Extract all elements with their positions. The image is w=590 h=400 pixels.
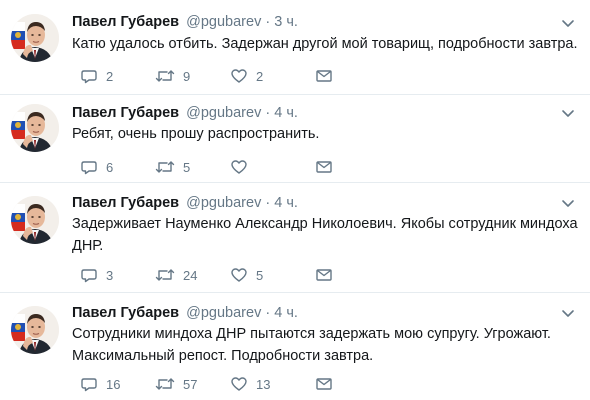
tweet-header: Павел Губарев @pgubarev · 4 ч. <box>72 103 298 123</box>
reply-button[interactable]: 2 <box>80 67 113 85</box>
tweet-actions: 6 5 <box>80 158 340 176</box>
tweet[interactable]: Павел Губарев @pgubarev · 4 ч. Задержива… <box>0 183 590 293</box>
reply-count: 2 <box>106 68 114 84</box>
retweet-icon <box>155 375 175 393</box>
reply-button[interactable]: 16 <box>80 375 120 393</box>
author-handle[interactable]: @pgubarev <box>186 195 261 211</box>
author-handle[interactable]: @pgubarev <box>186 105 261 121</box>
author-name[interactable]: Павел Губарев <box>72 105 179 121</box>
like-count: 13 <box>256 376 271 392</box>
reply-icon <box>80 266 98 284</box>
tweet-text: Катю удалось отбить. Задержан другой мой… <box>72 33 578 55</box>
reply-button[interactable]: 3 <box>80 266 113 284</box>
like-button[interactable]: 2 <box>230 67 263 85</box>
tweet[interactable]: Павел Губарев @pgubarev · 3 ч. Катю удал… <box>0 0 590 95</box>
author-handle[interactable]: @pgubarev <box>186 14 261 30</box>
envelope-icon <box>315 266 333 284</box>
separator-dot: · <box>265 195 271 211</box>
tweet-text: Сотрудники миндоха ДНР пытаются задержат… <box>72 323 572 367</box>
avatar[interactable] <box>11 104 59 152</box>
tweet-actions: 16 57 13 <box>80 375 340 393</box>
heart-icon <box>230 266 248 284</box>
like-count: 2 <box>256 68 264 84</box>
retweet-button[interactable]: 5 <box>155 158 190 176</box>
reply-icon <box>80 375 98 393</box>
reply-count: 3 <box>106 267 114 283</box>
tweet-text-line: ДНР. <box>72 238 104 254</box>
tweet-actions: 2 9 2 <box>80 67 340 85</box>
tweet-header: Павел Губарев @pgubarev · 4 ч. <box>72 303 298 323</box>
author-name[interactable]: Павел Губарев <box>72 14 179 30</box>
chevron-down-icon[interactable] <box>560 105 576 121</box>
envelope-icon <box>315 158 333 176</box>
avatar[interactable] <box>11 306 59 354</box>
direct-message-button[interactable] <box>315 375 333 393</box>
retweet-count: 24 <box>183 267 198 283</box>
like-button[interactable]: 5 <box>230 266 263 284</box>
chevron-down-icon[interactable] <box>560 15 576 31</box>
retweet-button[interactable]: 24 <box>155 266 197 284</box>
reply-count: 6 <box>106 159 114 175</box>
retweet-icon <box>155 266 175 284</box>
separator-dot: · <box>265 14 271 30</box>
direct-message-button[interactable] <box>315 158 333 176</box>
timestamp[interactable]: 4 ч. <box>274 105 298 121</box>
heart-icon <box>230 375 248 393</box>
retweet-count: 5 <box>183 159 191 175</box>
tweet-header: Павел Губарев @pgubarev · 4 ч. <box>72 193 298 213</box>
separator-dot: · <box>265 305 271 321</box>
tweet-text-line: Максимальный репост. Подробности завтра. <box>72 348 374 364</box>
direct-message-button[interactable] <box>315 67 333 85</box>
retweet-count: 57 <box>183 376 198 392</box>
reply-icon <box>80 67 98 85</box>
timestamp[interactable]: 4 ч. <box>274 305 298 321</box>
tweet-actions: 3 24 5 <box>80 266 340 284</box>
avatar[interactable] <box>11 196 59 244</box>
author-name[interactable]: Павел Губарев <box>72 305 179 321</box>
chevron-down-icon[interactable] <box>560 195 576 211</box>
tweet[interactable]: Павел Губарев @pgubarev · 4 ч. Ребят, оч… <box>0 95 590 183</box>
tweet-feed: Павел Губарев @pgubarev · 3 ч. Катю удал… <box>0 0 590 400</box>
tweet-text-line: Ребят, очень прошу распространить. <box>72 126 320 142</box>
like-button[interactable] <box>230 158 256 176</box>
avatar[interactable] <box>11 14 59 62</box>
timestamp[interactable]: 3 ч. <box>274 14 298 30</box>
reply-button[interactable]: 6 <box>80 158 113 176</box>
heart-icon <box>230 158 248 176</box>
retweet-icon <box>155 67 175 85</box>
envelope-icon <box>315 375 333 393</box>
retweet-button[interactable]: 57 <box>155 375 197 393</box>
timestamp[interactable]: 4 ч. <box>274 195 298 211</box>
author-name[interactable]: Павел Губарев <box>72 195 179 211</box>
reply-icon <box>80 158 98 176</box>
like-count: 5 <box>256 267 264 283</box>
tweet-header: Павел Губарев @pgubarev · 3 ч. <box>72 12 298 32</box>
envelope-icon <box>315 67 333 85</box>
tweet-text-line: Задерживает Науменко Александр Николоеви… <box>72 216 578 232</box>
separator-dot: · <box>265 105 271 121</box>
direct-message-button[interactable] <box>315 266 333 284</box>
chevron-down-icon[interactable] <box>560 305 576 321</box>
tweet-text: Ребят, очень прошу распространить. <box>72 123 572 145</box>
tweet[interactable]: Павел Губарев @pgubarev · 4 ч. Сотрудник… <box>0 293 590 400</box>
tweet-text: Задерживает Науменко Александр Николоеви… <box>72 213 578 257</box>
tweet-text-line: Катю удалось отбить. Задержан другой мой… <box>72 36 578 52</box>
retweet-count: 9 <box>183 68 191 84</box>
author-handle[interactable]: @pgubarev <box>186 305 261 321</box>
like-button[interactable]: 13 <box>230 375 270 393</box>
heart-icon <box>230 67 248 85</box>
retweet-icon <box>155 158 175 176</box>
reply-count: 16 <box>106 376 121 392</box>
tweet-text-line: Сотрудники миндоха ДНР пытаются задержат… <box>72 326 551 342</box>
retweet-button[interactable]: 9 <box>155 67 190 85</box>
